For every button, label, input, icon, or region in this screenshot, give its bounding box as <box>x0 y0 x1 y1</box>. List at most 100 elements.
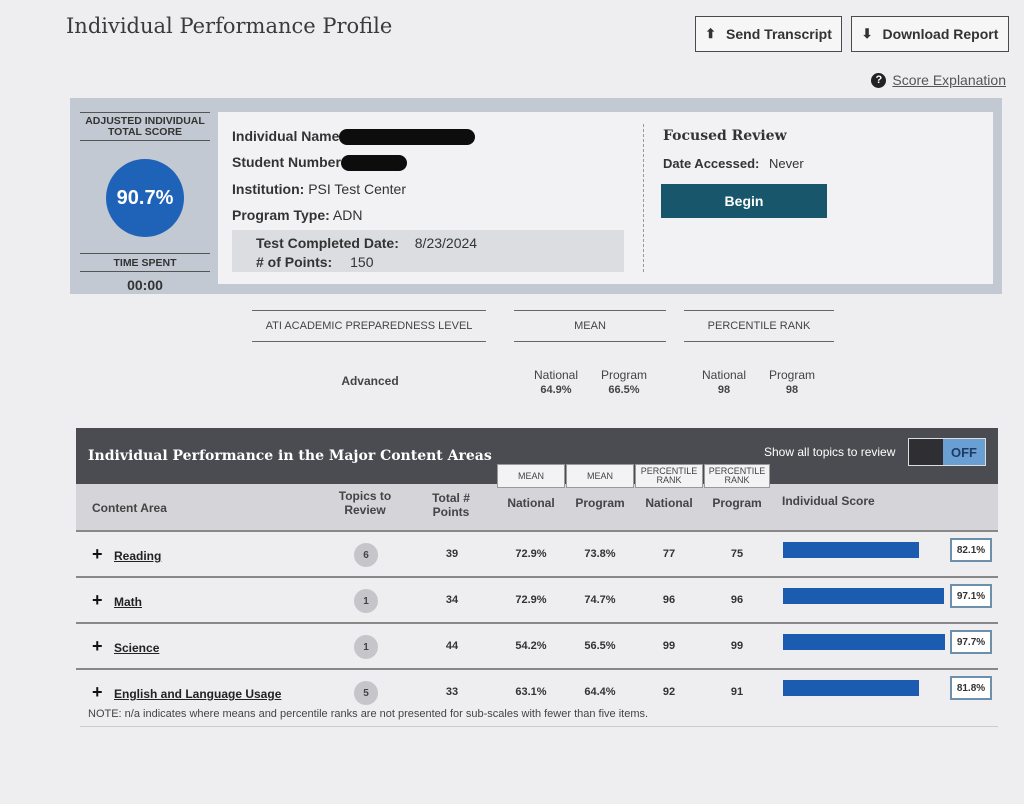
redacted-name <box>339 129 476 146</box>
institution-label: Institution: <box>232 181 305 197</box>
page-title: Individual Performance Profile <box>66 14 393 38</box>
group-pr-national: PERCENTILE RANK <box>635 464 703 488</box>
test-details-box: Test Completed Date: 8/23/2024 # of Poin… <box>232 230 624 272</box>
content-area-link[interactable]: English and Language Usage <box>114 687 281 701</box>
mean-program-label: Program <box>600 368 647 382</box>
individual-score-bar <box>783 634 946 650</box>
redacted-student-number <box>340 155 407 172</box>
send-transcript-button[interactable]: ⬆ Send Transcript <box>695 16 842 52</box>
time-spent-value: 00:00 <box>127 277 163 293</box>
content-area-link[interactable]: Math <box>114 595 142 609</box>
mean-national: 72.9% <box>515 594 547 606</box>
expand-icon[interactable]: + <box>92 544 103 565</box>
individual-score-bar <box>783 588 945 604</box>
total-points: 33 <box>445 686 459 698</box>
individual-score-track <box>783 542 949 558</box>
pr-program: 96 <box>730 594 744 606</box>
pr-national: National 98 <box>694 368 754 396</box>
col-topics-to-review: Topics to Review <box>338 489 392 517</box>
table-row: + Math 1 34 72.9% 74.7% 96 96 97.1% <box>76 576 998 624</box>
individual-score-bar <box>783 680 919 696</box>
student-info-panel: Individual Name Student Number Instituti… <box>218 112 993 284</box>
individual-score-value: 97.1% <box>950 584 992 608</box>
begin-button[interactable]: Begin <box>661 184 827 218</box>
content-area-link[interactable]: Reading <box>114 549 161 563</box>
mean-national: 72.9% <box>515 548 547 560</box>
expand-icon[interactable]: + <box>92 590 103 611</box>
program-type-label: Program Type: <box>232 207 330 223</box>
percentile-header: PERCENTILE RANK <box>684 310 834 342</box>
mean-program: 74.7% <box>584 594 616 606</box>
show-all-topics-toggle[interactable]: OFF <box>908 438 986 466</box>
individual-score-track <box>783 680 949 696</box>
show-all-topics-label: Show all topics to review <box>764 445 896 459</box>
help-icon: ? <box>871 72 887 88</box>
topics-to-review-badge: 5 <box>354 681 378 705</box>
score-summary: ADJUSTED INDIVIDUAL TOTAL SCORE 90.7% TI… <box>80 112 210 293</box>
total-points: 39 <box>445 548 459 560</box>
expand-icon[interactable]: + <box>92 682 103 703</box>
pr-program: Program 98 <box>762 368 822 396</box>
bottom-divider <box>80 726 998 727</box>
total-points: 44 <box>445 640 459 652</box>
content-area-link[interactable]: Science <box>114 641 159 655</box>
table-note: NOTE: n/a indicates where means and perc… <box>88 708 649 720</box>
program-type-value: ADN <box>332 207 363 223</box>
col-mean-program: Program <box>575 496 625 510</box>
mean-program: 56.5% <box>584 640 616 652</box>
upload-icon: ⬆ <box>705 26 717 41</box>
download-report-button[interactable]: ⬇ Download Report <box>851 16 1009 52</box>
score-explanation-link[interactable]: ? Score Explanation <box>871 72 1006 88</box>
time-spent-label: TIME SPENT <box>80 253 210 272</box>
pr-national-label: National <box>701 368 747 382</box>
individual-score-value: 82.1% <box>950 538 992 562</box>
col-individual-score: Individual Score <box>782 494 875 508</box>
preparedness-value: Advanced <box>341 374 399 388</box>
pr-national-value: 98 <box>717 384 731 396</box>
preparedness-header: ATI ACADEMIC PREPAREDNESS LEVEL <box>252 310 486 342</box>
pr-national: 96 <box>662 594 676 606</box>
pr-program: 91 <box>730 686 744 698</box>
student-number-row: Student Number <box>232 154 407 172</box>
student-number-label: Student Number <box>232 154 341 170</box>
topics-to-review-badge: 1 <box>354 589 378 613</box>
mean-header: MEAN <box>514 310 666 342</box>
mean-national: 54.2% <box>515 640 547 652</box>
pr-program: 75 <box>730 548 744 560</box>
points-label: # of Points: <box>256 254 333 270</box>
focused-review-title: Focused Review <box>663 128 787 144</box>
table-title: Individual Performance in the Major Cont… <box>88 448 492 464</box>
date-accessed-value: Never <box>768 156 804 171</box>
pr-program: 99 <box>730 640 744 652</box>
adjusted-score-circle: 90.7% <box>106 159 184 237</box>
group-mean-national: MEAN <box>497 464 565 488</box>
pr-national: 92 <box>662 686 676 698</box>
pr-program-value: 98 <box>785 384 799 396</box>
toggle-state: OFF <box>943 439 985 465</box>
individual-score-bar <box>783 542 920 558</box>
individual-name-label: Individual Name <box>232 128 340 144</box>
points-value: 150 <box>350 254 374 270</box>
date-accessed-row: Date Accessed: Never <box>663 156 804 171</box>
total-points: 34 <box>445 594 459 606</box>
col-total-points: Total # Points <box>432 491 470 519</box>
download-report-label: Download Report <box>882 26 999 42</box>
individual-score-value: 81.8% <box>950 676 992 700</box>
test-completed-row: Test Completed Date: 8/23/2024 <box>256 235 477 251</box>
score-explanation-label: Score Explanation <box>892 72 1006 88</box>
col-pr-national: National <box>645 496 693 510</box>
individual-score-track <box>783 588 949 604</box>
topics-to-review-badge: 6 <box>354 543 378 567</box>
mean-program: Program 66.5% <box>594 368 654 396</box>
mean-program-value: 66.5% <box>608 384 640 396</box>
individual-name-row: Individual Name <box>232 128 476 146</box>
table-row: + Reading 6 39 72.9% 73.8% 77 75 82.1% <box>76 530 998 578</box>
institution-value: PSI Test Center <box>308 181 406 197</box>
mean-national-value: 64.9% <box>540 384 572 396</box>
mean-national-label: National <box>533 368 579 382</box>
mean-national: National 64.9% <box>526 368 586 396</box>
individual-score-value: 97.7% <box>950 630 992 654</box>
pr-national: 99 <box>662 640 676 652</box>
col-pr-program: Program <box>712 496 762 510</box>
expand-icon[interactable]: + <box>92 636 103 657</box>
